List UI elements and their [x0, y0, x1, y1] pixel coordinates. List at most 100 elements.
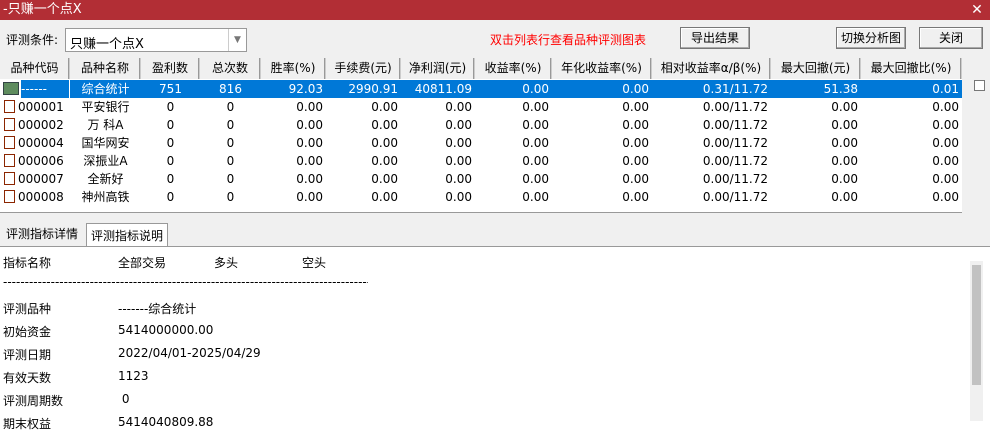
cell: 751 [141, 80, 200, 98]
tab-detail[interactable]: 评测指标详情 [2, 222, 83, 246]
cell: 0.00 [296, 172, 323, 186]
table-row[interactable]: 000001 平安银行 0 0 0.00 0.00 0.00 0.00 0.00 0.00/11.… [0, 98, 962, 116]
hint-text: 双击列表行查看品种评测图表 [490, 33, 647, 47]
table-row[interactable]: 000007 全新好 0 0 0.00 0.00 0.00 0.00 0.00 0.00/11.7… [0, 170, 962, 188]
document-icon [4, 190, 15, 203]
cell: 0.00 [622, 118, 649, 132]
cell: 000006 [18, 154, 64, 168]
document-icon [4, 154, 15, 167]
item-label: 评测品种 [3, 302, 52, 316]
column-header[interactable]: 胜率(%) [261, 58, 326, 79]
cell: 0.00 [831, 136, 858, 150]
cell: 0 [226, 100, 235, 114]
cell: 0.00 [932, 118, 959, 132]
cell: 000001 [18, 100, 64, 114]
header-short: 空头 [302, 256, 327, 270]
cell: 0.00 [371, 136, 398, 150]
cell: 0.00 [296, 136, 323, 150]
item-value: -------综合统计 [118, 302, 197, 316]
cell: 0 [166, 118, 175, 132]
document-icon [4, 118, 15, 131]
cell: 0.00 [296, 190, 323, 204]
cell: 000004 [18, 136, 64, 150]
cell: 0.00 [371, 172, 398, 186]
column-header[interactable]: 品种名称 [70, 58, 141, 79]
chevron-down-icon[interactable]: ▼ [228, 29, 246, 51]
cell: 0.01 [861, 80, 962, 98]
cell: 0.00 [296, 154, 323, 168]
close-icon[interactable]: ✕ [969, 0, 985, 20]
column-header[interactable]: 手续费(元) [326, 58, 401, 79]
cell: 0.00 [932, 172, 959, 186]
checkbox[interactable] [974, 80, 985, 91]
cell: 0.00 [622, 190, 649, 204]
cell: 0 [226, 172, 235, 186]
item-label: 期末权益 [3, 417, 52, 431]
column-header[interactable]: 品种代码 [0, 58, 70, 79]
item-label: 评测周期数 [3, 394, 64, 408]
table-row[interactable]: 000002 万 科A 0 0 0.00 0.00 0.00 0.00 0.00 0.00/11.… [0, 116, 962, 134]
table-row[interactable]: 000006 深振业A 0 0 0.00 0.00 0.00 0.00 0.00 0.00/11.… [0, 152, 962, 170]
cell: 全新好 [87, 172, 124, 186]
condition-label: 评测条件: [6, 33, 59, 47]
cell: 0.00 [445, 100, 472, 114]
cell: 0.00 [622, 100, 649, 114]
cell: 0.00 [475, 80, 552, 98]
column-header[interactable]: 净利润(元) [401, 58, 475, 79]
header-indicator: 指标名称 [3, 256, 52, 270]
cell: 0.00 [522, 154, 549, 168]
cell: 0.00 [932, 100, 959, 114]
condition-select[interactable]: 只赚一个点X ▼ [65, 28, 247, 52]
cell: 0.00 [371, 118, 398, 132]
document-icon [4, 100, 15, 113]
cell: 0.00 [371, 100, 398, 114]
cell: 0.00 [831, 172, 858, 186]
table-row[interactable]: 000008 神州高铁 0 0 0.00 0.00 0.00 0.00 0.00 0.00/11.… [0, 188, 962, 206]
cell: 0 [226, 118, 235, 132]
column-header[interactable]: 最大回撤比(%) [861, 58, 962, 79]
header-all: 全部交易 [118, 256, 167, 270]
cell: 0.00 [622, 154, 649, 168]
export-button[interactable]: 导出结果 [680, 27, 750, 49]
cell: 92.03 [261, 80, 326, 98]
column-header[interactable]: 收益率(%) [475, 58, 552, 79]
cell: 0.00 [831, 118, 858, 132]
cell: 0.00 [522, 172, 549, 186]
cell: 0.00 [932, 136, 959, 150]
column-header[interactable]: 相对收益率α/β(%) [652, 58, 771, 79]
cell: 0.00 [371, 190, 398, 204]
cell: 0.00 [622, 172, 649, 186]
cell: 0.00 [445, 172, 472, 186]
column-header[interactable]: 最大回撤(元) [771, 58, 861, 79]
tab-description[interactable]: 评测指标说明 [86, 223, 169, 246]
detail-panel: 指标名称 全部交易 多头 空头 ------------------------… [0, 247, 990, 434]
detail-scrollbar[interactable] [970, 261, 983, 421]
document-icon [4, 136, 15, 149]
cell: 0 [166, 136, 175, 150]
cell: 0.00 [445, 118, 472, 132]
cell: 0.00 [445, 136, 472, 150]
switch-chart-button[interactable]: 切换分析图 [836, 27, 906, 49]
condition-value: 只赚一个点X [70, 37, 144, 52]
close-button[interactable]: 关闭 [919, 27, 983, 49]
item-value: 2022/04/01-2025/04/29 [118, 346, 261, 360]
cell: 0.00 [932, 190, 959, 204]
scrollbar-thumb[interactable] [972, 265, 981, 385]
cell: 0.00 [296, 100, 323, 114]
item-value: 5414000000.00 [118, 323, 214, 337]
column-header[interactable]: 总次数 [200, 58, 261, 79]
table-row[interactable]: ------ 综合统计 751 816 92.03 2990.91 40811.09 0.00… [0, 80, 962, 98]
cell: 0.00 [552, 80, 652, 98]
cell: 40811.09 [401, 80, 475, 98]
cell: 0.00 [296, 118, 323, 132]
item-label: 有效天数 [3, 371, 52, 385]
table-scrollbar[interactable] [962, 58, 990, 213]
table-header: 品种代码 品种名称 盈利数 总次数 胜率(%) 手续费(元) 净利润(元) 收益率(%) 年化收… [0, 58, 962, 79]
cell: 平安银行 [81, 100, 130, 114]
cell: 0 [166, 190, 175, 204]
column-header[interactable]: 年化收益率(%) [552, 58, 652, 79]
results-table: 品种代码 品种名称 盈利数 总次数 胜率(%) 手续费(元) 净利润(元) 收益率(%) 年化收… [0, 58, 962, 213]
column-header[interactable]: 盈利数 [141, 58, 200, 79]
cell: 51.38 [771, 80, 861, 98]
table-row[interactable]: 000004 国华网安 0 0 0.00 0.00 0.00 0.00 0.00 0.00/11.… [0, 134, 962, 152]
